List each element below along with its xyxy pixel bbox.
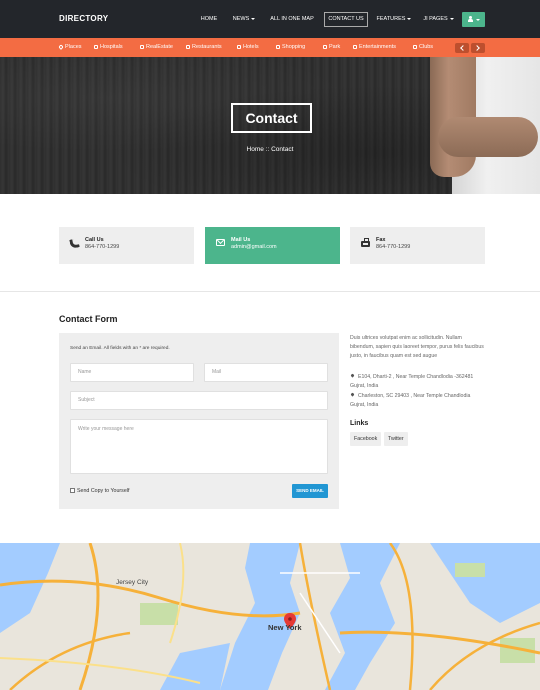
category-prev-button[interactable] [455, 43, 469, 53]
cutlery-icon [186, 45, 190, 49]
section-divider [0, 291, 540, 292]
cart-icon [276, 45, 280, 49]
send-copy-label[interactable]: Send Copy to Yourself [77, 488, 129, 494]
hero-photo-person [428, 57, 540, 194]
send-email-button[interactable]: SEND EMAIL [292, 484, 328, 498]
mail-us-title: Mail Us [231, 237, 251, 243]
building-icon [140, 45, 144, 49]
tree-icon [323, 45, 327, 49]
map-marker-icon [350, 373, 355, 378]
brand-logo[interactable]: DIRECTORY [59, 14, 108, 23]
map-marker-dot [288, 617, 292, 621]
hero-banner: Contact Home :: Contact [0, 57, 540, 194]
map-graphic [0, 543, 540, 690]
location-arrow-icon [350, 392, 355, 397]
user-icon [468, 16, 473, 22]
chevron-down-icon [407, 17, 412, 20]
top-navbar: DIRECTORY HOME NEWS ALL IN ONE MAP CONTA… [0, 0, 540, 38]
category-shopping[interactable]: Shopping [276, 38, 305, 57]
address-2: Charleston, SC 29403 , Near Temple Chand… [350, 392, 471, 408]
send-copy-checkbox[interactable] [70, 488, 75, 493]
category-hotels[interactable]: Hotels [237, 38, 259, 57]
fax-title: Fax [376, 237, 386, 243]
category-entertainments[interactable]: Entertainments [353, 38, 396, 57]
music-icon [353, 45, 357, 49]
envelope-icon [216, 239, 225, 246]
call-us-value: 864-770-1299 [85, 244, 120, 250]
call-us-title: Call Us [85, 237, 104, 243]
breadcrumb[interactable]: Home :: Contact [0, 146, 540, 153]
contact-form-title: Contact Form [59, 314, 118, 324]
map[interactable]: New York Jersey City [0, 543, 540, 690]
subject-field[interactable]: Subject [70, 391, 328, 410]
phone-icon [69, 238, 80, 249]
nav-contact-us[interactable]: CONTACT US [324, 12, 368, 27]
glass-icon [413, 45, 417, 49]
map-city-label: New York [268, 623, 302, 632]
facebook-link[interactable]: Facebook [350, 432, 382, 446]
map-park-liberty [140, 603, 178, 625]
category-hospitals[interactable]: Hospitals [94, 38, 123, 57]
printer-icon [361, 238, 370, 247]
category-places[interactable]: Places [58, 38, 82, 57]
chevron-down-icon [251, 17, 256, 20]
map-bay [160, 643, 230, 690]
fax-value: 864-770-1299 [376, 244, 411, 250]
category-park[interactable]: Park [323, 38, 340, 57]
call-us-card: Call Us 864-770-1299 [59, 227, 194, 264]
name-field[interactable]: Name [70, 363, 194, 382]
mail-us-card: Mail Us admin@gmail.com [205, 227, 340, 264]
nav-features[interactable]: FEATURES [374, 12, 414, 27]
map-park-east [455, 563, 485, 577]
message-textarea[interactable]: Write your message here [70, 419, 328, 474]
nav-home[interactable]: HOME [196, 12, 222, 27]
map-water-west [0, 543, 60, 633]
chevron-down-icon [449, 17, 454, 20]
category-clubs[interactable]: Clubs [413, 38, 433, 57]
map-water-east [430, 543, 540, 623]
map-jersey-label: Jersey City [116, 579, 149, 586]
address-1: E104, Dharti-2 , Near Temple Chandlodia … [350, 373, 474, 389]
nav-ji-pages[interactable]: JI PAGES [421, 12, 456, 27]
map-pin-icon [58, 44, 64, 50]
twitter-link[interactable]: Twitter [384, 432, 408, 446]
map-highway-2 [78, 543, 100, 690]
category-next-button[interactable] [471, 43, 485, 53]
mail-us-value[interactable]: admin@gmail.com [231, 244, 277, 250]
fax-card: Fax 864-770-1299 [350, 227, 485, 264]
about-text: Duis ultrices volutpat enim ac sollicitu… [350, 335, 484, 359]
map-road-1 [169, 543, 185, 644]
bed-icon [237, 45, 241, 49]
category-restaurants[interactable]: Restaurants [186, 38, 222, 57]
mail-field[interactable]: Mail [204, 363, 328, 382]
links-title: Links [350, 420, 369, 427]
nav-news[interactable]: NEWS [229, 12, 259, 27]
chevron-down-icon [476, 19, 480, 21]
user-menu-button[interactable] [462, 12, 485, 27]
page-title: Contact [231, 103, 312, 133]
category-realestate[interactable]: RealEstate [140, 38, 173, 57]
form-note: Send an Email. All fields with an * are … [70, 346, 170, 351]
hospital-icon [94, 45, 98, 49]
nav-all-in-one-map[interactable]: ALL IN ONE MAP [266, 12, 318, 27]
map-east-river [325, 543, 400, 690]
map-highway-6 [388, 543, 414, 690]
